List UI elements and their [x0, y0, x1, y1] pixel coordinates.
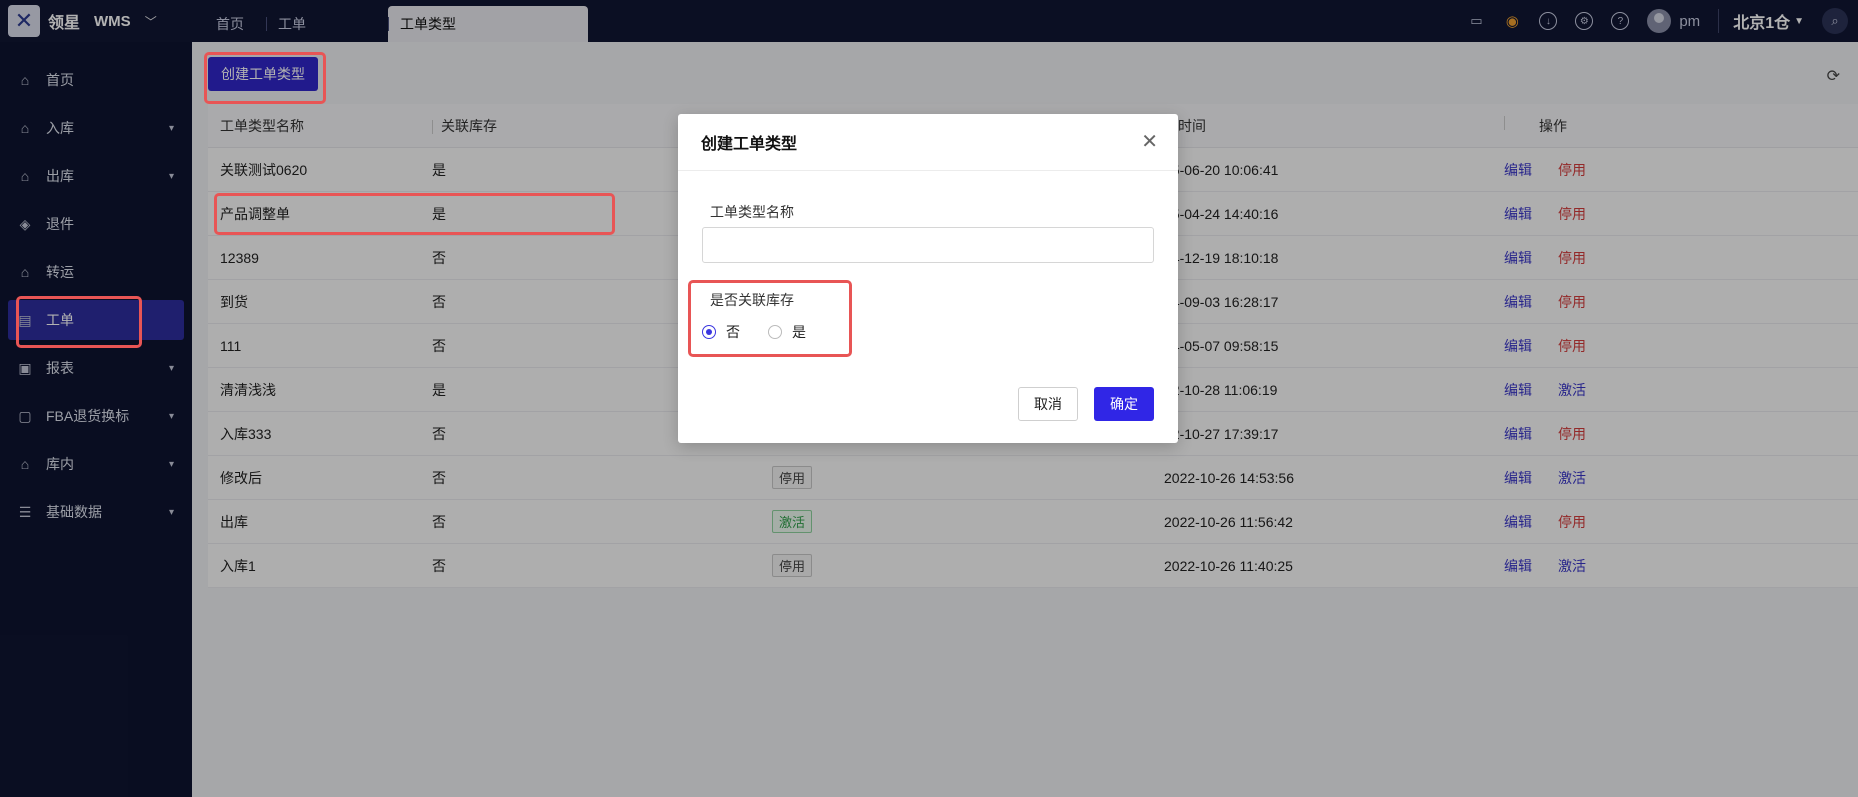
- highlight-sidebar-workorder: [16, 296, 142, 348]
- highlight-link-inventory: [688, 280, 852, 357]
- close-icon[interactable]: ✕: [1141, 132, 1158, 152]
- cancel-button[interactable]: 取消: [1018, 387, 1078, 421]
- workorder-type-name-input[interactable]: [702, 227, 1154, 263]
- dialog-header: 创建工单类型 ✕: [678, 114, 1178, 171]
- name-field-label: 工单类型名称: [710, 204, 794, 220]
- highlight-row: [214, 193, 615, 235]
- create-workorder-type-dialog: 创建工单类型 ✕ 工单类型名称 是否关联库存 否 是 取消 确定: [678, 114, 1178, 443]
- dialog-title: 创建工单类型: [701, 136, 798, 153]
- confirm-button[interactable]: 确定: [1094, 387, 1154, 421]
- highlight-create-button: [204, 52, 326, 104]
